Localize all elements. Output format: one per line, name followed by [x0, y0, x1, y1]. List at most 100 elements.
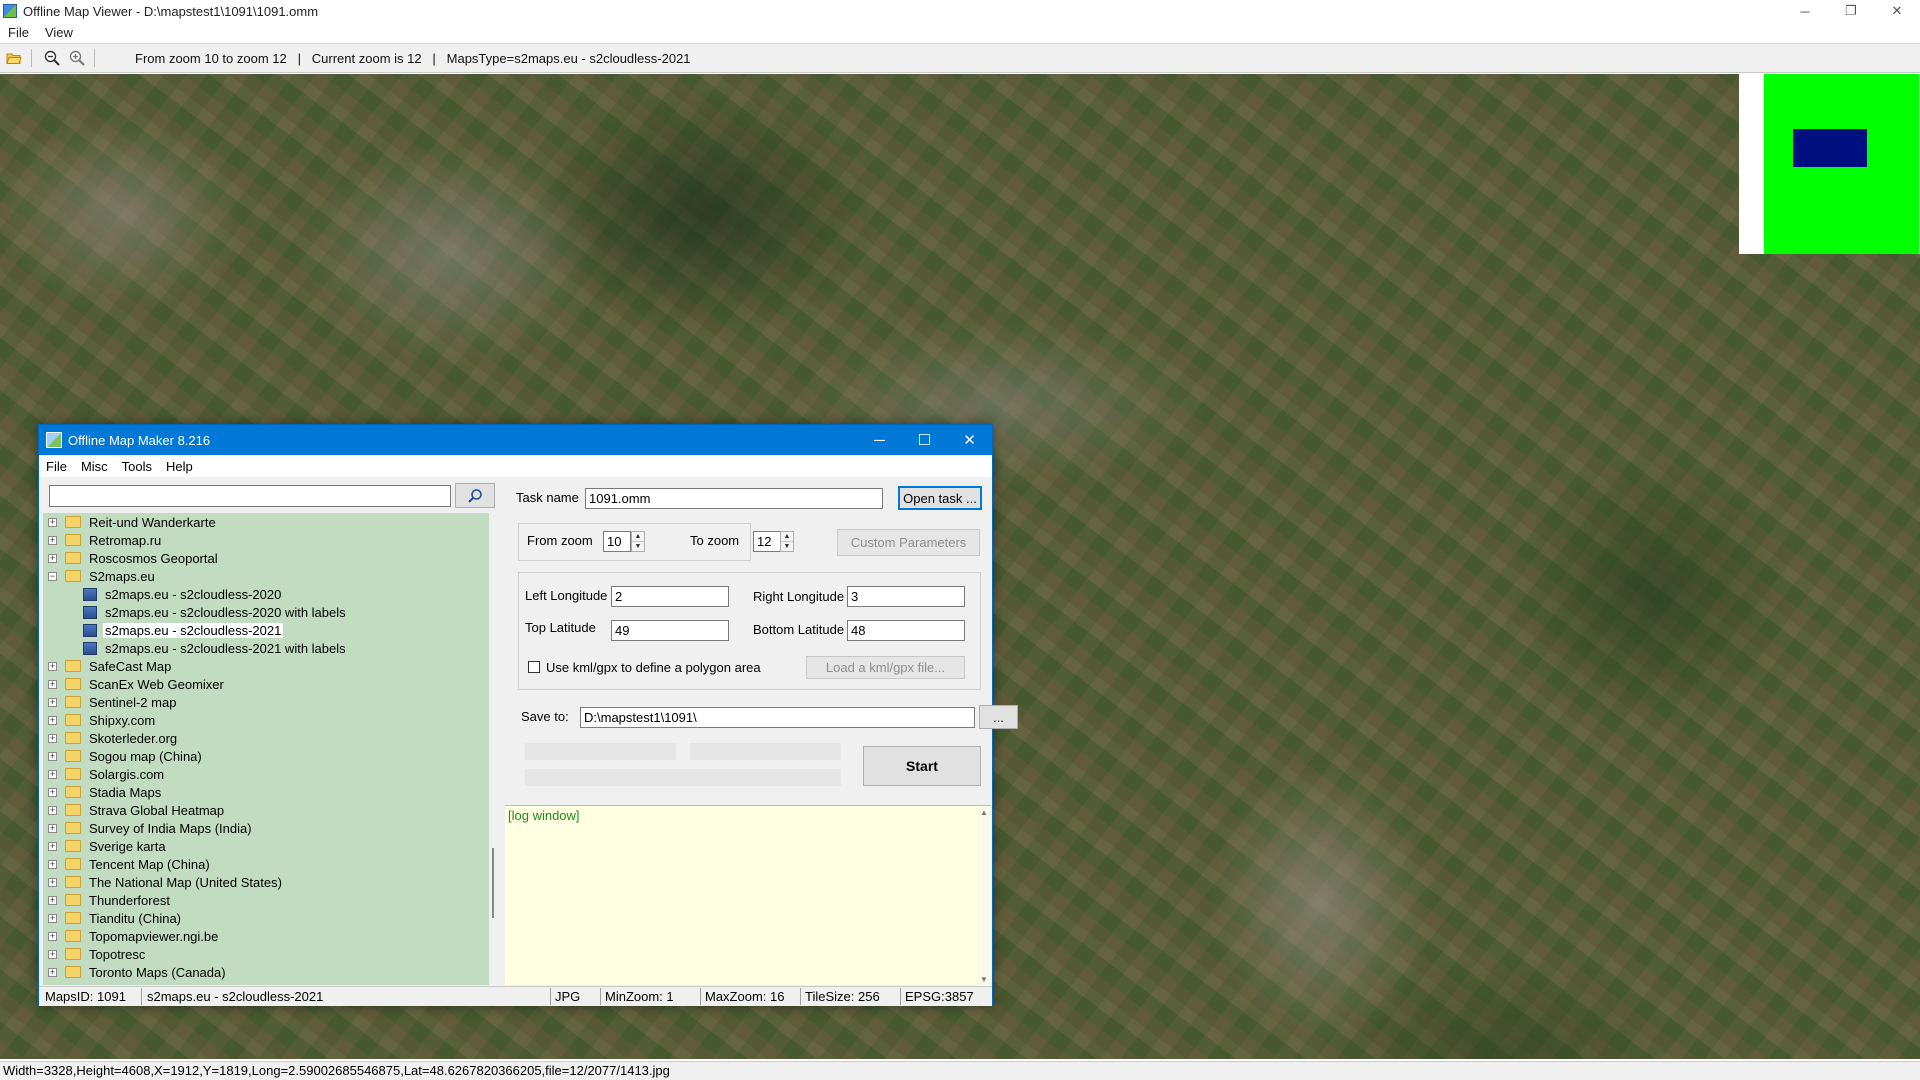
- to-zoom-field[interactable]: 12: [753, 531, 781, 552]
- tree-provider-folder[interactable]: + Reit-und Wanderkarte: [43, 513, 489, 531]
- expand-icon[interactable]: +: [48, 805, 57, 815]
- tree-item-label: Tianditu (China): [89, 910, 182, 926]
- dialog-close-button[interactable]: ✕: [947, 425, 992, 455]
- top-latitude-field[interactable]: 49: [611, 620, 729, 641]
- from-zoom-down-icon[interactable]: ▼: [632, 542, 644, 552]
- dialog-titlebar[interactable]: Offline Map Maker 8.216 ─ ☐ ✕: [39, 425, 992, 455]
- expand-icon[interactable]: +: [48, 787, 57, 797]
- tree-map-item[interactable]: s2maps.eu - s2cloudless-2021: [43, 621, 489, 639]
- right-longitude-field[interactable]: 3: [847, 586, 965, 607]
- dialog-menu-file[interactable]: File: [39, 459, 74, 474]
- tree-provider-folder[interactable]: + Roscosmos Geoportal: [43, 549, 489, 567]
- tree-map-item[interactable]: s2maps.eu - s2cloudless-2020 with labels: [43, 603, 489, 621]
- map-source-tree[interactable]: + Reit-und Wanderkarte + Retromap.ru + Roscos…: [43, 513, 489, 985]
- dialog-maximize-button[interactable]: ☐: [902, 425, 947, 455]
- expand-icon[interactable]: +: [48, 841, 57, 851]
- minimize-button[interactable]: ─: [1782, 0, 1828, 22]
- task-name-field[interactable]: 1091.omm: [585, 488, 883, 509]
- tree-provider-folder[interactable]: + Sentinel-2 map: [43, 693, 489, 711]
- scroll-up-icon[interactable]: ▲: [980, 808, 988, 817]
- log-window[interactable]: [log window] ▲ ▼: [505, 805, 991, 986]
- tree-provider-folder[interactable]: + Tencent Map (China): [43, 855, 489, 873]
- dialog-status-bar: MapsID: 1091 s2maps.eu - s2cloudless-202…: [39, 986, 992, 1006]
- expand-icon[interactable]: +: [48, 877, 57, 887]
- to-zoom-up-icon[interactable]: ▲: [781, 532, 793, 542]
- save-path-field[interactable]: D:\mapstest1\1091\: [580, 707, 975, 728]
- expand-icon[interactable]: +: [48, 751, 57, 761]
- expand-icon[interactable]: +: [48, 517, 57, 527]
- search-button[interactable]: [455, 483, 495, 508]
- close-button[interactable]: ✕: [1874, 0, 1920, 22]
- expand-icon[interactable]: +: [48, 661, 57, 671]
- dialog-menu-tools[interactable]: Tools: [115, 459, 159, 474]
- tree-provider-folder[interactable]: + Sverige karta: [43, 837, 489, 855]
- tree-provider-folder[interactable]: + Tianditu (China): [43, 909, 489, 927]
- tree-provider-folder[interactable]: + Skoterleder.org: [43, 729, 489, 747]
- zoom-out-icon[interactable]: [41, 47, 63, 69]
- expand-icon[interactable]: +: [48, 679, 57, 689]
- dialog-minimize-button[interactable]: ─: [857, 425, 902, 455]
- left-longitude-field[interactable]: 2: [611, 586, 729, 607]
- overview-minimap[interactable]: [1739, 74, 1920, 254]
- menu-file[interactable]: File: [0, 25, 37, 40]
- tree-provider-folder[interactable]: + Retromap.ru: [43, 531, 489, 549]
- tree-provider-folder[interactable]: + Thunderforest: [43, 891, 489, 909]
- expand-icon[interactable]: +: [48, 913, 57, 923]
- to-zoom-down-icon[interactable]: ▼: [781, 542, 793, 552]
- tree-provider-folder[interactable]: + Topotresc: [43, 945, 489, 963]
- tree-provider-folder[interactable]: + Shipxy.com: [43, 711, 489, 729]
- tree-provider-folder[interactable]: + Stadia Maps: [43, 783, 489, 801]
- tree-item-label: The National Map (United States): [89, 874, 282, 890]
- load-kml-button[interactable]: Load a kml/gpx file...: [806, 656, 965, 679]
- open-folder-icon[interactable]: [3, 47, 25, 69]
- expand-icon[interactable]: +: [48, 967, 57, 977]
- expand-icon[interactable]: +: [48, 697, 57, 707]
- map-search-input[interactable]: [49, 485, 451, 507]
- expand-icon[interactable]: +: [48, 535, 57, 545]
- bottom-latitude-field[interactable]: 48: [847, 620, 965, 641]
- to-zoom-stepper[interactable]: ▲ ▼: [780, 531, 794, 552]
- tree-provider-folder[interactable]: + Solargis.com: [43, 765, 489, 783]
- tree-provider-folder[interactable]: + Survey of India Maps (India): [43, 819, 489, 837]
- from-zoom-field[interactable]: 10: [603, 531, 631, 552]
- tree-scrollbar-thumb[interactable]: [492, 848, 494, 918]
- tree-provider-folder[interactable]: + Strava Global Heatmap: [43, 801, 489, 819]
- expand-icon[interactable]: +: [48, 859, 57, 869]
- browse-button[interactable]: ...: [979, 705, 1018, 729]
- zoom-in-icon[interactable]: [66, 47, 88, 69]
- start-button[interactable]: Start: [863, 746, 981, 786]
- from-zoom-up-icon[interactable]: ▲: [632, 532, 644, 542]
- scroll-down-icon[interactable]: ▼: [980, 975, 988, 984]
- map-layer-icon: [83, 641, 97, 655]
- tree-item-label: Retromap.ru: [89, 532, 162, 548]
- dialog-menu-help[interactable]: Help: [159, 459, 200, 474]
- dialog-window-controls: ─ ☐ ✕: [857, 425, 992, 455]
- expand-icon[interactable]: +: [48, 715, 57, 725]
- expand-icon[interactable]: +: [48, 553, 57, 563]
- collapse-icon[interactable]: −: [48, 571, 57, 581]
- expand-icon[interactable]: +: [48, 895, 57, 905]
- tree-map-item[interactable]: s2maps.eu - s2cloudless-2020: [43, 585, 489, 603]
- tree-provider-folder[interactable]: + The National Map (United States): [43, 873, 489, 891]
- tree-provider-folder[interactable]: + SafeCast Map: [43, 657, 489, 675]
- tree-provider-folder[interactable]: + Topomapviewer.ngi.be: [43, 927, 489, 945]
- log-scrollbar[interactable]: ▲ ▼: [978, 806, 991, 986]
- tree-provider-folder[interactable]: + ScanEx Web Geomixer: [43, 675, 489, 693]
- expand-icon[interactable]: +: [48, 823, 57, 833]
- custom-parameters-button[interactable]: Custom Parameters: [837, 529, 980, 556]
- tree-map-item[interactable]: s2maps.eu - s2cloudless-2021 with labels: [43, 639, 489, 657]
- open-task-button[interactable]: Open task ...: [898, 486, 982, 510]
- expand-icon[interactable]: +: [48, 733, 57, 743]
- restore-button[interactable]: ❐: [1828, 0, 1874, 22]
- kml-polygon-checkbox[interactable]: [528, 661, 540, 673]
- tree-provider-folder[interactable]: − S2maps.eu: [43, 567, 489, 585]
- tree-scrollbar[interactable]: [489, 513, 497, 985]
- menu-view[interactable]: View: [37, 25, 81, 40]
- from-zoom-stepper[interactable]: ▲ ▼: [631, 531, 645, 552]
- expand-icon[interactable]: +: [48, 769, 57, 779]
- expand-icon[interactable]: +: [48, 931, 57, 941]
- dialog-menu-misc[interactable]: Misc: [74, 459, 115, 474]
- expand-icon[interactable]: +: [48, 949, 57, 959]
- tree-provider-folder[interactable]: + Toronto Maps (Canada): [43, 963, 489, 981]
- tree-provider-folder[interactable]: + Sogou map (China): [43, 747, 489, 765]
